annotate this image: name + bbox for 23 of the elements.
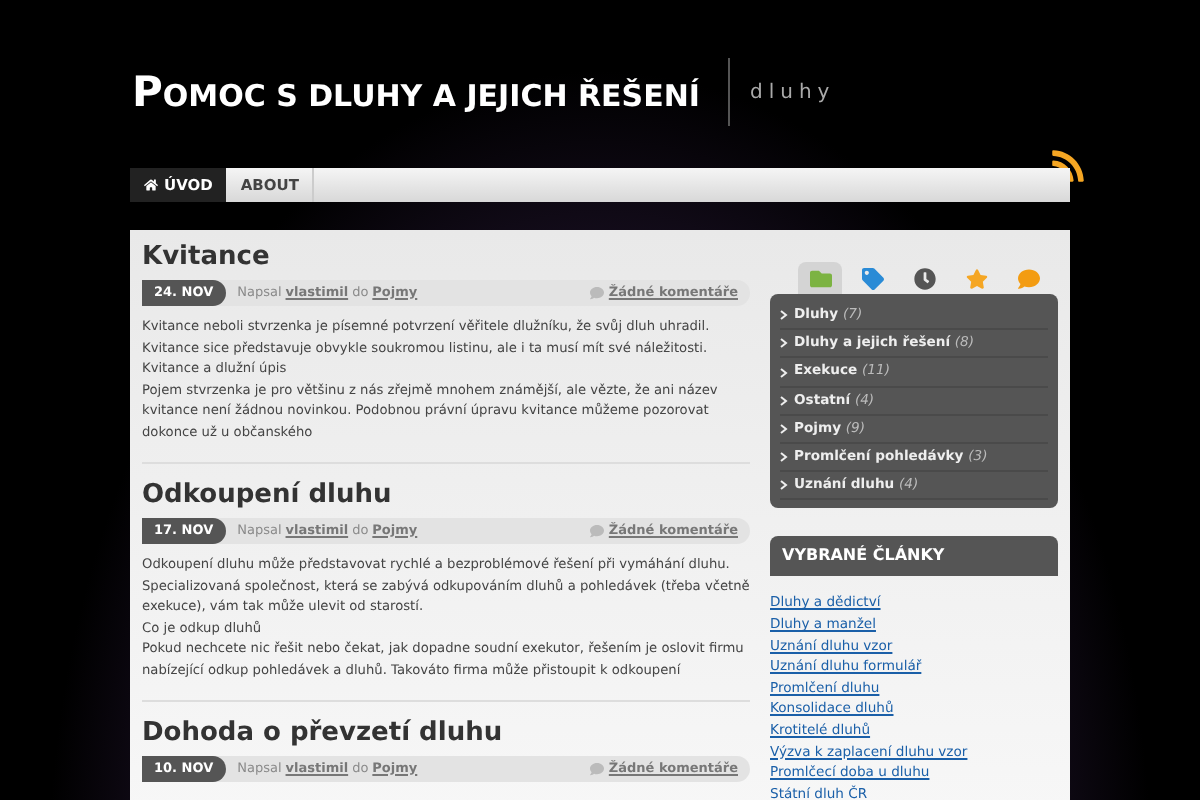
home-icon [144, 178, 158, 192]
site-tagline: dluhy [749, 79, 836, 107]
clock-icon [913, 267, 935, 289]
comment-icon [590, 524, 605, 538]
tag-icon [861, 267, 883, 289]
folder-icon [809, 267, 831, 289]
star-icon [965, 267, 987, 289]
post-title[interactable]: Dohoda o převzetí dluhu [142, 718, 750, 750]
chevron-icon [780, 395, 788, 406]
chevron-icon [780, 338, 788, 349]
speech-bubble-icon [1017, 267, 1039, 289]
site-title[interactable]: POMOC S DLUHY A JEJICH ŘEŠENÍ [132, 71, 700, 113]
chevron-icon [780, 367, 788, 377]
comment-icon [590, 286, 605, 300]
section-heading: VYBRANÉ ČLÁNKY [770, 536, 1058, 577]
chevron-icon [780, 310, 788, 321]
chevron-icon [780, 423, 788, 434]
post-title[interactable]: Odkoupení dluhu [142, 480, 750, 512]
rss-icon[interactable] [1050, 148, 1086, 184]
chevron-icon [780, 452, 788, 463]
comment-icon [590, 762, 605, 776]
chevron-icon [780, 480, 788, 491]
post-title[interactable]: Kvitance [142, 242, 750, 274]
